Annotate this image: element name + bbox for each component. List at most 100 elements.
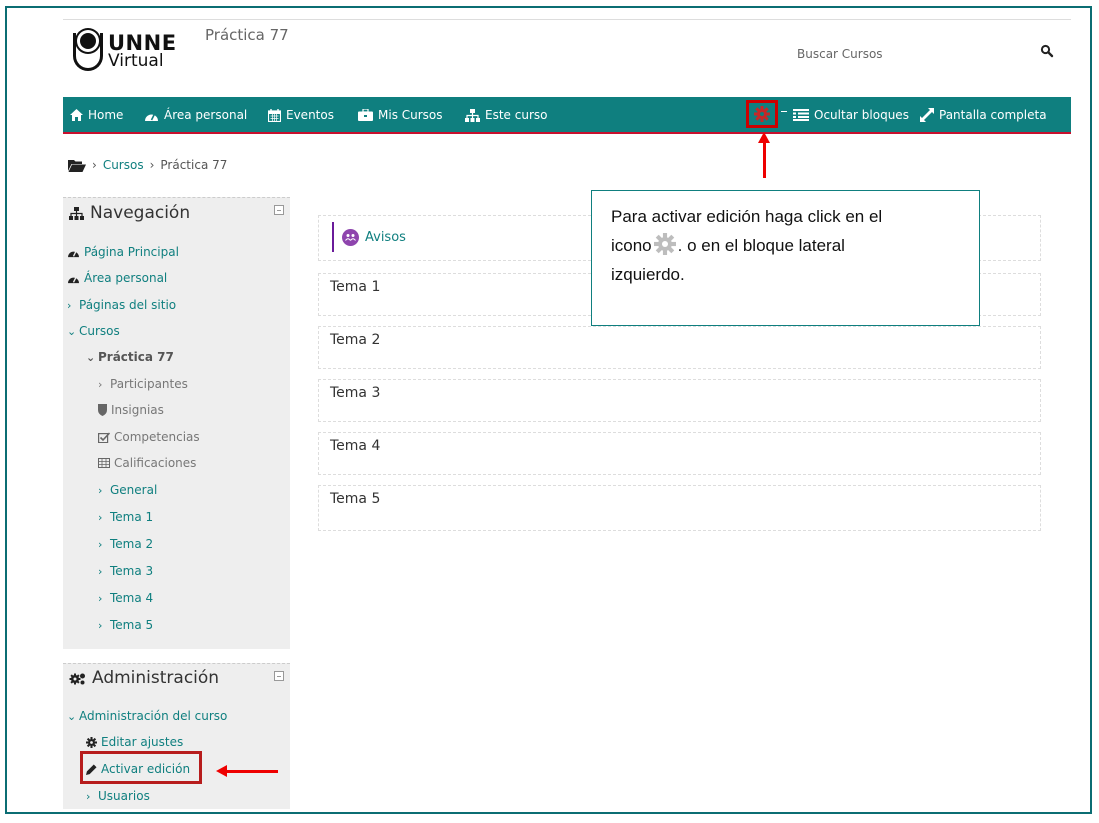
nav-tree-participantes[interactable]: › Participantes	[98, 377, 188, 391]
nav-tree-label: Competencias	[114, 430, 200, 444]
nav-tree-calificaciones[interactable]: Calificaciones	[98, 456, 196, 470]
chevron-down-icon: ⌄	[86, 350, 96, 364]
briefcase-icon	[358, 109, 373, 121]
nav-tree-label: Tema 3	[110, 564, 154, 578]
nav-tree-label: Tema 5	[110, 618, 154, 632]
nav-tree-tema-5[interactable]: › Tema 5	[98, 618, 153, 632]
nav-tree-paginas-sitio[interactable]: › Páginas del sitio	[67, 298, 176, 312]
nav-home[interactable]: Home	[70, 108, 123, 122]
nav-tree-pagina-principal[interactable]: Página Principal	[67, 245, 179, 259]
chevron-right-icon: ›	[86, 789, 91, 803]
checkbox-check-icon	[98, 431, 110, 443]
nav-tree-tema-3[interactable]: › Tema 3	[98, 564, 153, 578]
nav-tree-label: Tema 1	[110, 510, 154, 524]
callout-line-1: Para activar edición haga click en el	[611, 207, 883, 226]
chevron-right-icon: ›	[98, 591, 103, 605]
nav-tree-practica-77[interactable]: ⌄ Práctica 77	[86, 350, 174, 364]
nav-area-personal[interactable]: Área personal	[144, 108, 247, 122]
administration-block-title: Administración	[69, 668, 219, 688]
nav-tree-tema-1[interactable]: › Tema 1	[98, 510, 153, 524]
gear-dropdown-caret-icon[interactable]	[781, 111, 787, 113]
nav-tree-label: Páginas del sitio	[79, 298, 177, 312]
search-icon[interactable]	[1040, 44, 1054, 58]
collapse-navigation-block-button[interactable]	[274, 205, 284, 215]
administration-block: Administración ⌄ Administración del curs…	[63, 663, 290, 809]
section-tema-5: Tema 5	[318, 485, 1041, 531]
nav-este-curso[interactable]: Este curso	[465, 108, 547, 122]
section-title[interactable]: Tema 5	[330, 491, 380, 507]
settings-gear-button[interactable]	[746, 100, 778, 128]
section-tema-3: Tema 3	[318, 379, 1041, 422]
nav-tree-tema-2[interactable]: › Tema 2	[98, 537, 153, 551]
nav-area-personal-label: Área personal	[164, 108, 248, 122]
section-tema-4: Tema 4	[318, 432, 1041, 475]
nav-tree-label: General	[110, 483, 158, 497]
table-icon	[98, 458, 110, 468]
nav-pantalla-completa[interactable]: Pantalla completa	[920, 108, 1047, 122]
search-courses-input[interactable]: Buscar Cursos	[797, 47, 883, 61]
header-divider	[63, 19, 1071, 20]
chevron-right-icon: ›	[98, 377, 103, 391]
nav-tree-label: Tema 2	[110, 537, 154, 551]
forum-icon	[342, 228, 359, 246]
dashboard-icon	[68, 250, 79, 257]
nav-tree-competencias[interactable]: Competencias	[98, 430, 200, 444]
chevron-right-icon: ›	[67, 298, 72, 312]
navigation-block-title: Navegación	[69, 203, 190, 223]
nav-tree-cursos[interactable]: ⌄ Cursos	[67, 324, 120, 338]
section-title[interactable]: Tema 2	[330, 332, 380, 348]
admin-tree-label: Editar ajustes	[101, 735, 184, 749]
nav-eventos[interactable]: Eventos	[268, 108, 334, 122]
nav-tree-label: Página Principal	[84, 245, 179, 259]
admin-tree-curso[interactable]: ⌄ Administración del curso	[67, 709, 227, 723]
nav-tree-label: Insignias	[111, 403, 164, 417]
administration-title-text: Administración	[92, 668, 220, 688]
site-title[interactable]: Práctica 77	[205, 26, 289, 44]
nav-mis-cursos[interactable]: Mis Cursos	[358, 108, 443, 122]
nav-tree-tema-4[interactable]: › Tema 4	[98, 591, 153, 605]
nav-home-label: Home	[88, 108, 124, 122]
collapse-administration-block-button[interactable]	[274, 671, 284, 681]
red-annotation-arrow-left	[216, 765, 278, 777]
nav-tree-general[interactable]: › General	[98, 483, 157, 497]
breadcrumb-separator: ›	[92, 158, 97, 172]
breadcrumb: › Cursos › Práctica 77	[68, 158, 227, 172]
dashboard-icon	[68, 276, 79, 283]
list-icon	[793, 109, 809, 121]
navigation-title-text: Navegación	[90, 203, 191, 223]
admin-tree-usuarios[interactable]: › Usuarios	[86, 789, 150, 803]
logo-sun-icon	[80, 33, 96, 49]
callout-text: icono	[611, 236, 652, 255]
admin-tree-label: Administración del curso	[79, 709, 228, 723]
logo-text-virtual: Virtual	[108, 51, 164, 71]
section-title[interactable]: Tema 3	[330, 385, 380, 401]
nav-tree-area-personal[interactable]: Área personal	[67, 271, 167, 285]
nav-pantalla-completa-label: Pantalla completa	[939, 108, 1047, 122]
breadcrumb-cursos[interactable]: Cursos	[103, 158, 144, 172]
breadcrumb-current: Práctica 77	[160, 158, 228, 172]
admin-tree-editar-ajustes[interactable]: Editar ajustes	[86, 735, 183, 749]
section-title[interactable]: Tema 4	[330, 438, 380, 454]
navigation-block: Navegación Página Principal Área persona…	[63, 197, 290, 649]
forum-avisos[interactable]: Avisos	[332, 222, 406, 252]
section-title[interactable]: Tema 1	[330, 279, 380, 295]
chevron-down-icon: ⌄	[67, 709, 77, 723]
chevron-right-icon: ›	[98, 537, 103, 551]
cogs-icon	[69, 673, 85, 684]
nav-ocultar-bloques[interactable]: Ocultar bloques	[793, 108, 909, 122]
nav-tree-insignias[interactable]: Insignias	[98, 403, 164, 417]
chevron-right-icon: ›	[98, 510, 103, 524]
instruction-callout: Para activar edición haga click en el ic…	[591, 190, 980, 326]
home-icon	[70, 109, 83, 121]
nav-tree-label: Práctica 77	[98, 350, 174, 364]
admin-tree-label: Usuarios	[98, 789, 150, 803]
callout-line-2: icono . o en el bloque lateral	[611, 231, 979, 260]
gear-icon	[754, 106, 770, 122]
highlight-activar-edicion	[80, 751, 202, 784]
unne-virtual-logo[interactable]: UNNE Virtual	[73, 31, 185, 75]
nav-eventos-label: Eventos	[286, 108, 334, 122]
calendar-icon	[268, 108, 281, 122]
nav-este-curso-label: Este curso	[485, 108, 548, 122]
breadcrumb-separator: ›	[149, 158, 155, 172]
chevron-right-icon: ›	[98, 483, 103, 497]
